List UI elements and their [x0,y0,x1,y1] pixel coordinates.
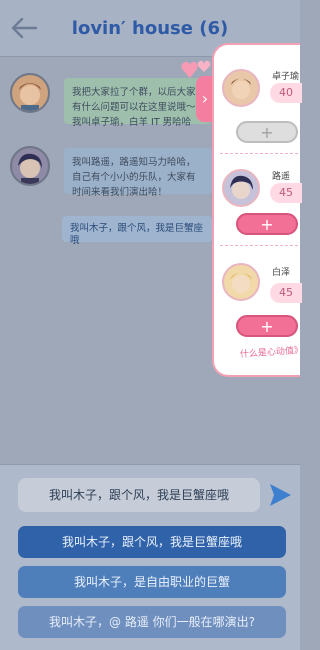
message-bubble: 我叫路遥，路遥知马力哈哈，自己有个小小的乐队，大家有时间来看我们演出哈！ [64,148,212,198]
divider [220,245,298,246]
user-avatar-icon[interactable] [10,73,50,113]
character-name: 白泽 [272,268,291,278]
affection-info-link[interactable]: 什么是心动值》 [240,346,304,361]
character-avatar-icon[interactable] [222,69,260,107]
reply-option[interactable]: 我叫木子，@ 路遥 你们一般在哪演出? [18,606,286,638]
affection-score: 45 [270,283,302,303]
send-icon [270,484,291,506]
affection-panel: 卓子瑜 40 + 路遥 45 + 白泽 45 + 什么是心动值》 [212,43,304,377]
message-input[interactable]: 我叫木子，跟个风，我是巨蟹座哦 [18,478,260,512]
user-avatar-icon[interactable] [10,146,50,186]
add-affection-button[interactable]: + [236,315,298,337]
send-button[interactable] [268,482,292,508]
add-affection-button[interactable]: + [236,121,298,143]
character-avatar-icon[interactable] [222,263,260,301]
affection-score: 40 [270,83,302,103]
divider [220,153,298,154]
character-name: 卓子瑜 [272,72,300,82]
character-avatar-icon[interactable] [222,169,260,207]
message-bubble-self: 我叫木子，跟个风，我是巨蟹座哦 [62,216,212,246]
character-name: 路遥 [272,172,291,182]
chevron-right-icon: › [201,89,209,108]
affection-score: 45 [270,183,302,203]
reply-option[interactable]: 我叫木子，跟个风，我是巨蟹座哦 [18,526,286,558]
chat-title: lovin′ house (6) [71,18,229,39]
message-bubble: 我把大家拉了个群，以后大家有什么问题可以在这里说哦～我叫卓子瑜，白羊 IT 男哈… [64,78,212,128]
reply-option[interactable]: 我叫木子，是自由职业的巨蟹 [18,566,286,598]
add-affection-button[interactable]: + [236,213,298,235]
